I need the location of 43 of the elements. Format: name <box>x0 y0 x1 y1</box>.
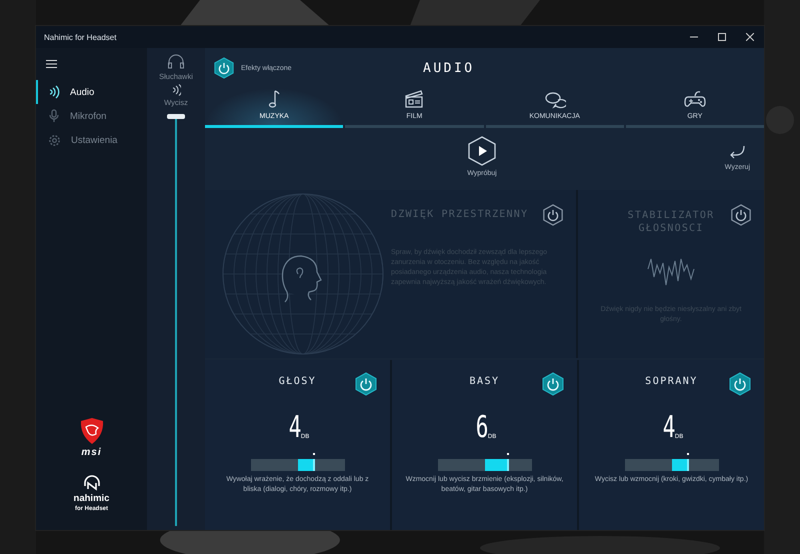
gain-slider[interactable] <box>438 453 532 471</box>
clapperboard-icon <box>404 89 424 109</box>
brand-name: nahimic <box>74 494 110 504</box>
maximize-icon[interactable] <box>718 33 726 41</box>
card-title: BASY <box>469 376 500 387</box>
gain-value: 6 <box>476 413 488 443</box>
gamepad-icon <box>684 89 706 109</box>
menu-icon[interactable] <box>46 60 57 68</box>
shield-logo-icon <box>78 417 104 445</box>
brand-logo: msi <box>81 447 102 458</box>
card-title: SOPRANY <box>645 376 698 387</box>
panel-title: STABILIZATOR GŁOSNOSCI <box>628 209 714 235</box>
music-note-icon <box>267 89 282 109</box>
power-toggle[interactable] <box>730 204 752 226</box>
settings-icon <box>48 134 61 146</box>
power-toggle[interactable] <box>213 57 235 79</box>
slider-thumb[interactable] <box>313 453 316 471</box>
power-toggle[interactable] <box>354 372 378 396</box>
close-icon[interactable] <box>746 33 754 41</box>
speaker-waves-icon <box>48 85 60 99</box>
power-toggle[interactable] <box>542 204 564 226</box>
slider-thumb[interactable] <box>507 453 510 471</box>
panel-title: DZWIĘK PRZESTRZENNY <box>391 208 528 221</box>
return-arrow-icon[interactable] <box>728 144 746 160</box>
power-toggle[interactable] <box>541 372 565 396</box>
gain-value: 4 <box>288 413 302 443</box>
slider-thumb[interactable] <box>687 453 690 471</box>
headphones-icon <box>167 54 185 70</box>
speaker-waves-icon[interactable] <box>171 84 181 96</box>
page-title: AUDIO <box>423 60 475 76</box>
nav-item[interactable]: Mikrofon <box>36 104 147 128</box>
power-toggle[interactable] <box>728 372 752 396</box>
microphone-icon <box>48 109 60 123</box>
window-title: Nahimic for Headset <box>44 32 118 42</box>
gain-value: 4 <box>662 413 676 443</box>
gain-slider[interactable] <box>624 453 718 471</box>
chat-bubbles-icon <box>544 91 566 109</box>
headphones-logo-icon <box>82 474 102 492</box>
slider-thumb[interactable] <box>167 114 185 119</box>
card-title: GŁOSY <box>278 376 316 387</box>
gain-slider[interactable] <box>250 453 344 471</box>
nav-item[interactable]: Ustawienia <box>36 128 147 152</box>
play-icon[interactable] <box>467 136 497 166</box>
